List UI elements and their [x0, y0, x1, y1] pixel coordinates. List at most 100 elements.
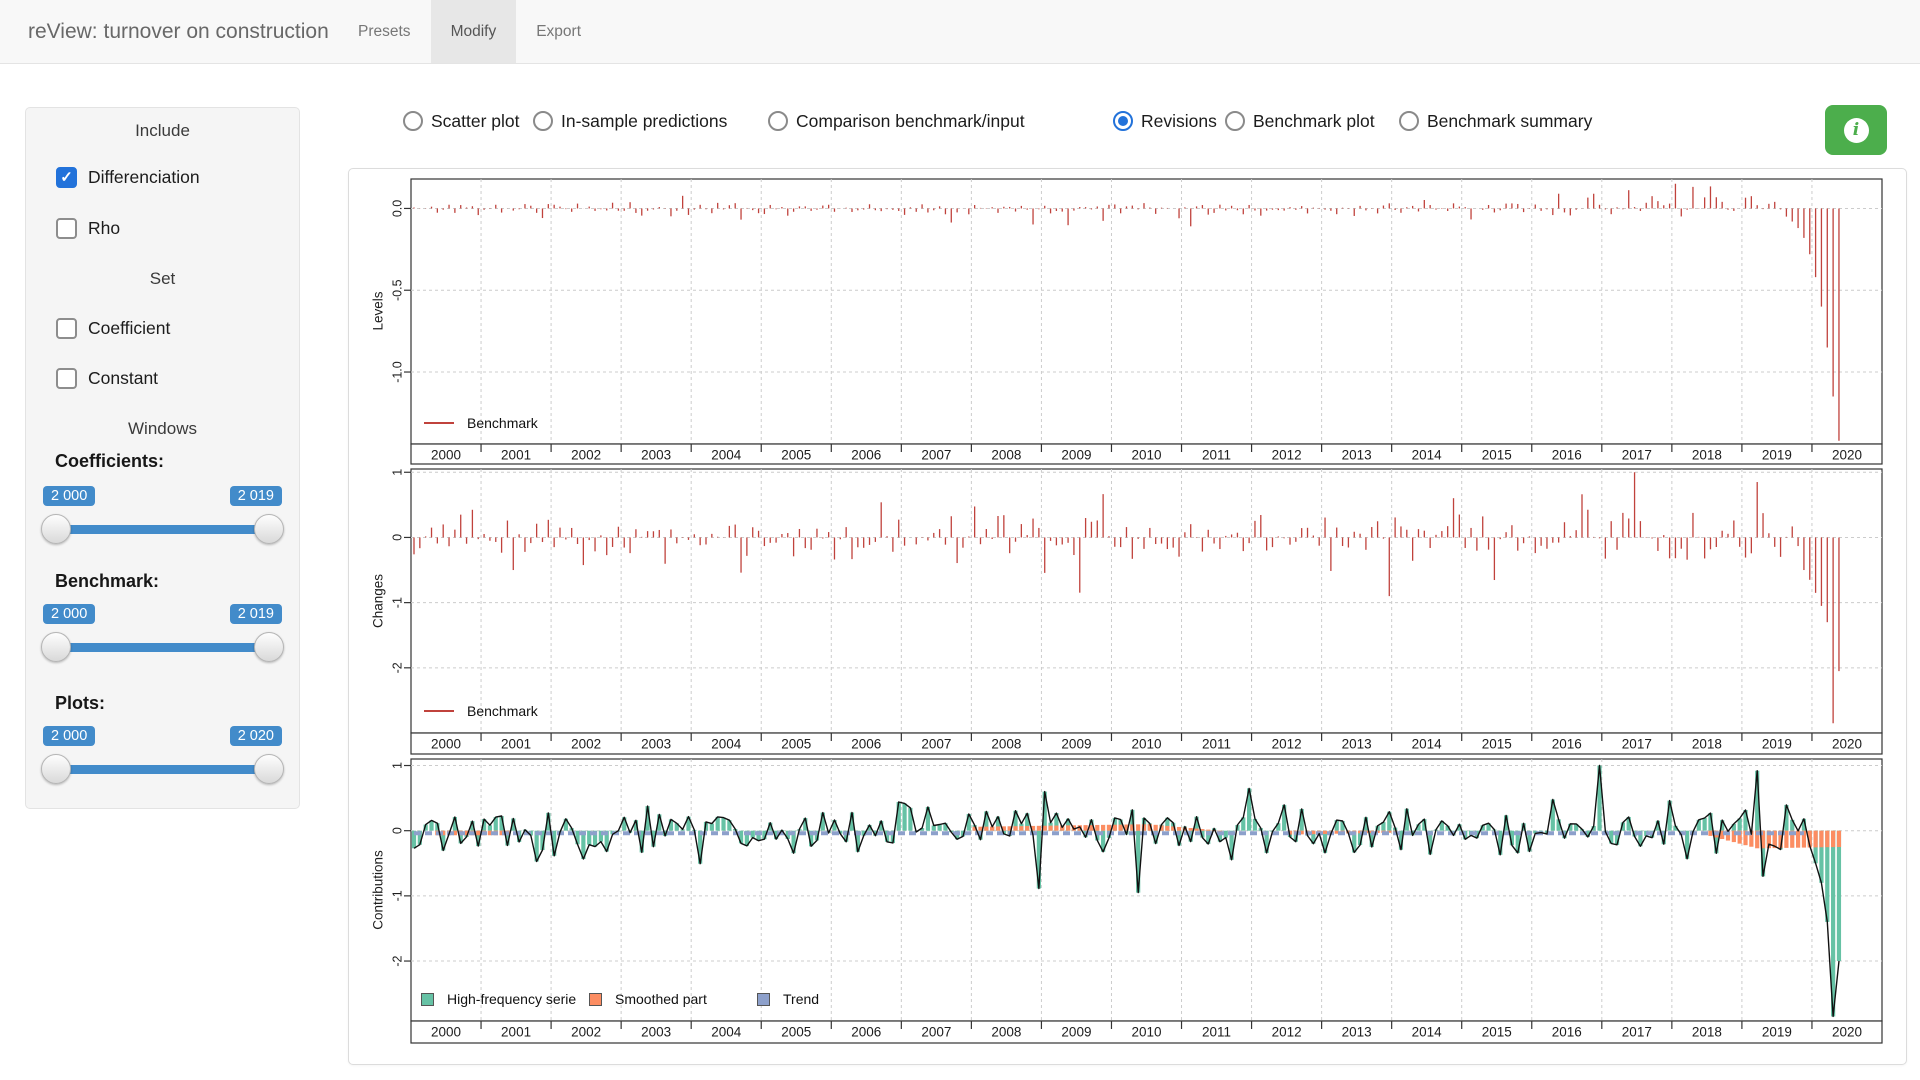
- levels-legend: Benchmark: [424, 415, 538, 431]
- y-tick-label: -1.0: [390, 361, 404, 383]
- slider-handle-right[interactable]: [254, 514, 284, 544]
- y-tick-label: 1: [390, 762, 404, 769]
- radio-scatter-plot[interactable]: Scatter plot: [403, 108, 520, 134]
- legend-label: Smoothed part: [615, 991, 707, 1007]
- contributions-axis-label: Contributions: [371, 850, 386, 930]
- slider-handle-right[interactable]: [254, 754, 284, 784]
- checkbox-box[interactable]: [56, 218, 77, 239]
- x-year-label: 2005: [781, 448, 811, 463]
- legend-label: Benchmark: [467, 703, 538, 719]
- legend-square-swatch: [757, 993, 770, 1006]
- radio-circle[interactable]: [533, 111, 553, 131]
- radio-comparison-benchmark-input[interactable]: Comparison benchmark/input: [768, 108, 1025, 134]
- slider-handle-right[interactable]: [254, 632, 284, 662]
- radio-circle[interactable]: [403, 111, 423, 131]
- y-tick-label: -1: [390, 597, 404, 608]
- x-year-label: 2020: [1832, 448, 1862, 463]
- checkbox-coefficient[interactable]: Coefficient: [56, 316, 170, 340]
- x-year-label: 2009: [1061, 737, 1091, 752]
- y-tick-label: 0.0: [390, 200, 404, 217]
- y-tick-label: -2: [390, 662, 404, 673]
- x-year-label: 2003: [641, 1025, 671, 1040]
- radio-in-sample-predictions[interactable]: In-sample predictions: [533, 108, 727, 134]
- checkbox-label: Rho: [88, 218, 120, 239]
- x-year-label: 2007: [921, 737, 951, 752]
- radio-circle[interactable]: [1399, 111, 1419, 131]
- radio-revisions[interactable]: Revisions: [1113, 108, 1217, 134]
- x-year-label: 2015: [1482, 737, 1512, 752]
- sidebar-panel: Include ✓ Differenciation Rho Set Coeffi…: [25, 107, 300, 809]
- info-button[interactable]: i: [1825, 105, 1887, 155]
- x-year-label: 2017: [1622, 737, 1652, 752]
- x-year-label: 2014: [1412, 448, 1443, 463]
- x-year-label: 2016: [1552, 1025, 1582, 1040]
- slider-handle-left[interactable]: [41, 632, 71, 662]
- slider-handle-left[interactable]: [41, 514, 71, 544]
- x-year-label: 2000: [431, 1025, 461, 1040]
- x-year-label: 2005: [781, 737, 811, 752]
- x-year-label: 2003: [641, 737, 671, 752]
- tab-modify[interactable]: Modify: [431, 0, 517, 63]
- x-year-label: 2016: [1552, 737, 1582, 752]
- legend-item: Trend: [757, 991, 925, 1007]
- slider-coefficients[interactable]: 2 000 2 019: [43, 486, 282, 548]
- radio-label: Benchmark summary: [1427, 111, 1592, 132]
- checkbox-box[interactable]: [56, 368, 77, 389]
- x-year-label: 2014: [1412, 737, 1443, 752]
- radio-label: Scatter plot: [431, 111, 520, 132]
- x-year-label: 2019: [1762, 1025, 1792, 1040]
- y-tick-label: 0: [390, 827, 404, 834]
- legend-square-swatch: [421, 993, 434, 1006]
- plots-slider-label: Plots:: [55, 693, 105, 714]
- x-year-label: 2019: [1762, 448, 1792, 463]
- checkbox-constant[interactable]: Constant: [56, 366, 158, 390]
- radio-benchmark-summary[interactable]: Benchmark summary: [1399, 108, 1592, 134]
- legend-label: High-frequency serie: [447, 991, 576, 1007]
- x-year-label: 2000: [431, 737, 461, 752]
- x-year-label: 2011: [1202, 448, 1231, 463]
- x-year-label: 2006: [851, 448, 881, 463]
- x-year-label: 2018: [1692, 737, 1722, 752]
- radio-benchmark-plot[interactable]: Benchmark plot: [1225, 108, 1375, 134]
- x-year-label: 2002: [571, 1025, 601, 1040]
- x-year-label: 2012: [1272, 448, 1302, 463]
- radio-label: In-sample predictions: [561, 111, 727, 132]
- slider-handle-left[interactable]: [41, 754, 71, 784]
- x-year-label: 2011: [1202, 737, 1231, 752]
- legend-label: Trend: [783, 991, 819, 1007]
- x-year-label: 2008: [991, 448, 1021, 463]
- radio-circle[interactable]: [1113, 111, 1133, 131]
- y-tick-label: -2: [390, 955, 404, 966]
- charts-svg: 0.0-0.5-1.020002001200220032004200520062…: [349, 169, 1906, 1064]
- checkbox-label: Coefficient: [88, 318, 170, 339]
- checkbox-box[interactable]: [56, 318, 77, 339]
- app-title: reView: turnover on construction: [28, 0, 329, 63]
- checkbox-box[interactable]: ✓: [56, 167, 77, 188]
- slider-from-value: 2 000: [43, 604, 95, 624]
- legend-line-swatch: [424, 710, 454, 712]
- slider-to-value: 2 020: [230, 726, 282, 746]
- slider-track[interactable]: [53, 765, 272, 774]
- slider-track[interactable]: [53, 525, 272, 534]
- legend-item: High-frequency serie: [421, 991, 589, 1007]
- x-year-label: 2016: [1552, 448, 1582, 463]
- x-year-label: 2012: [1272, 1025, 1302, 1040]
- legend-item: Benchmark: [424, 703, 538, 719]
- tab-export[interactable]: Export: [516, 0, 601, 63]
- x-year-label: 2001: [501, 1025, 531, 1040]
- radio-circle[interactable]: [768, 111, 788, 131]
- legend-line-swatch: [424, 422, 454, 424]
- tab-presets[interactable]: Presets: [338, 0, 431, 63]
- radio-circle[interactable]: [1225, 111, 1245, 131]
- windows-heading: Windows: [26, 419, 299, 439]
- navbar: reView: turnover on construction Presets…: [0, 0, 1920, 64]
- x-year-label: 2000: [431, 448, 461, 463]
- checkbox-rho[interactable]: Rho: [56, 216, 120, 240]
- slider-plots[interactable]: 2 000 2 020: [43, 726, 282, 788]
- x-year-label: 2006: [851, 1025, 881, 1040]
- slider-from-value: 2 000: [43, 486, 95, 506]
- slider-benchmark[interactable]: 2 000 2 019: [43, 604, 282, 666]
- slider-track[interactable]: [53, 643, 272, 652]
- checkbox-differenciation[interactable]: ✓ Differenciation: [56, 165, 200, 189]
- chart-card: 0.0-0.5-1.020002001200220032004200520062…: [348, 168, 1907, 1065]
